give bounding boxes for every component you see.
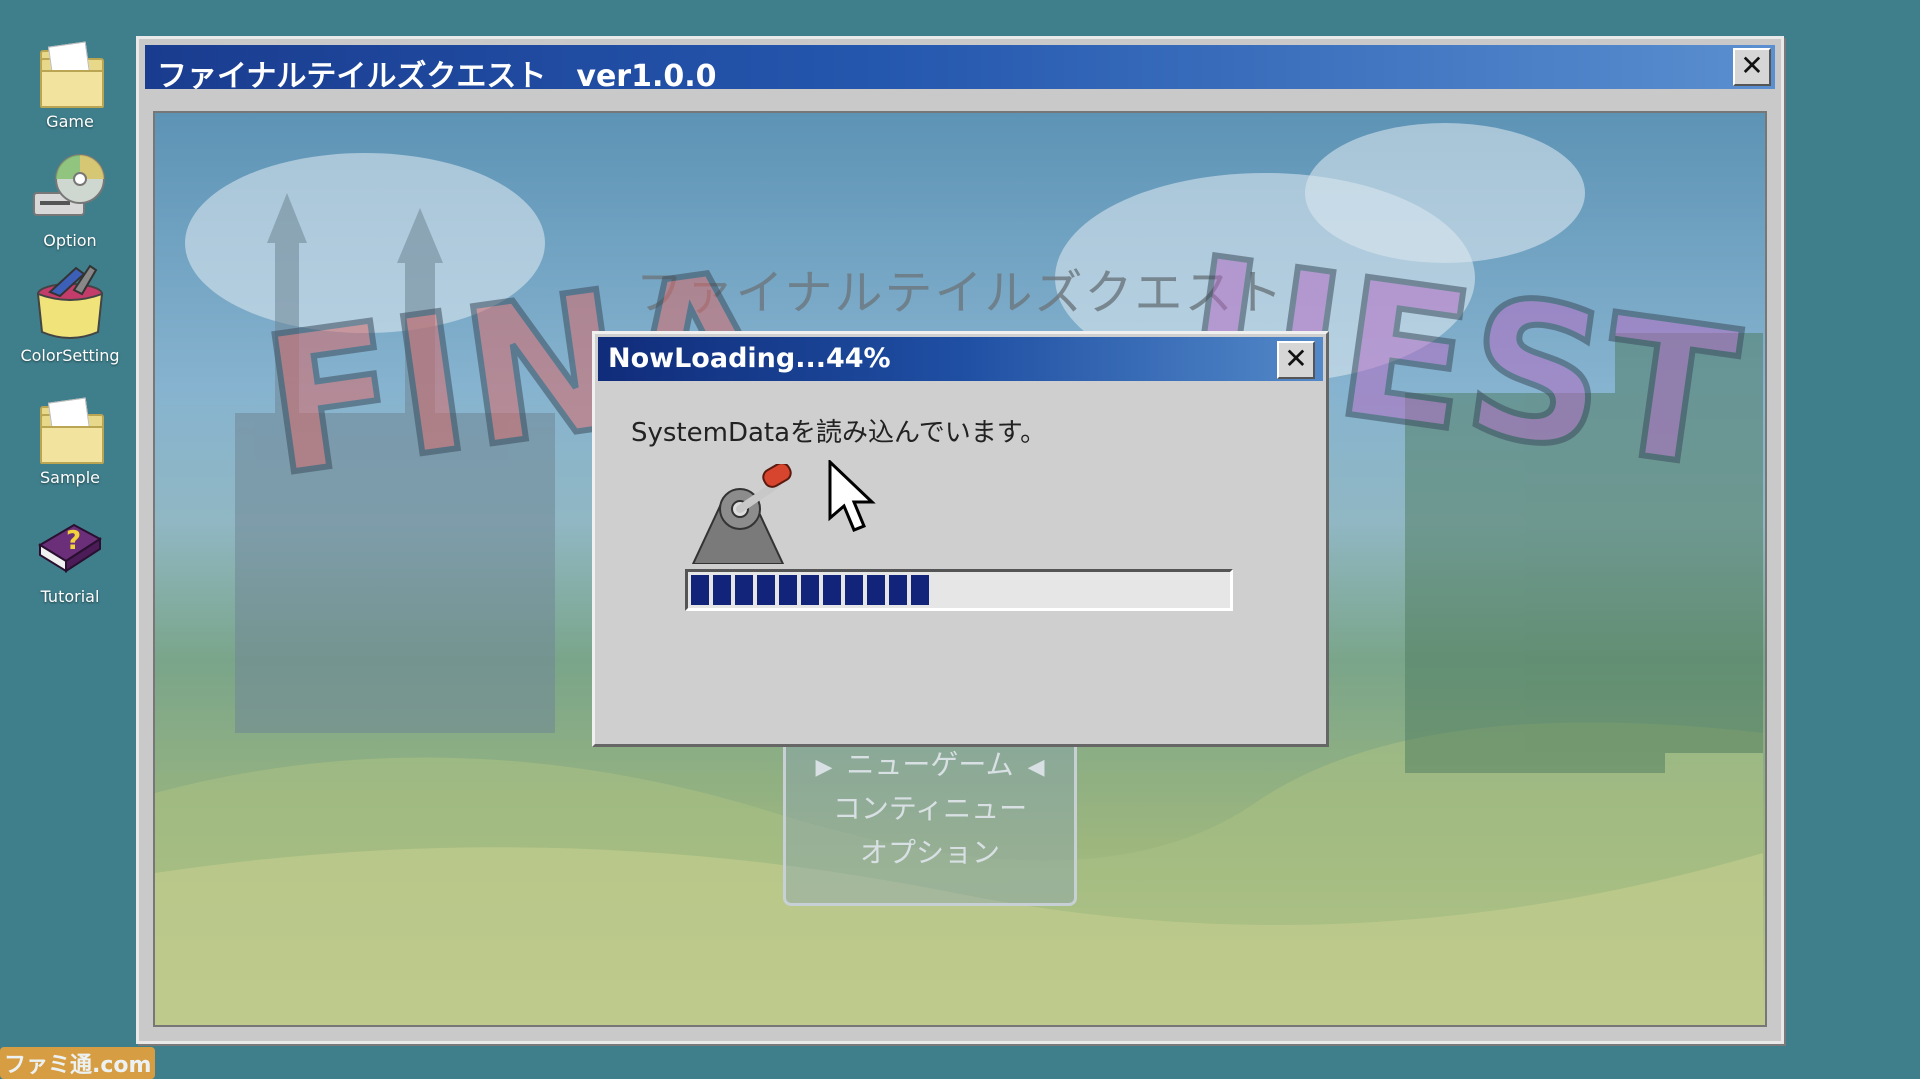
- cursor-arrow-right-icon: ▶: [815, 755, 833, 780]
- watermark-logo: ファミ通.com: [0, 1047, 156, 1079]
- desktop-icon-label: Game: [46, 112, 94, 131]
- cd-drive-icon: [30, 149, 110, 229]
- loading-dialog-close-button[interactable]: ✕: [1277, 341, 1315, 379]
- loading-dialog-titlebar[interactable]: NowLoading...44% ✕: [598, 337, 1323, 381]
- progress-segment: [889, 575, 907, 605]
- folder-icon: [30, 386, 110, 466]
- menu-item-continue[interactable]: コンティニュー: [786, 787, 1074, 831]
- desktop-icon-label: Sample: [40, 468, 100, 487]
- loading-progress-fill: [691, 575, 929, 605]
- desktop-icon-option[interactable]: Option: [10, 149, 130, 250]
- progress-segment: [801, 575, 819, 605]
- loading-dialog-title: NowLoading...44%: [608, 343, 891, 374]
- title-menu: ▶ ニューゲーム ◀ コンティニュー オプション: [783, 743, 1077, 906]
- menu-item-new-game[interactable]: ▶ ニューゲーム ◀: [786, 743, 1074, 787]
- svg-text:?: ?: [66, 526, 81, 556]
- progress-segment: [779, 575, 797, 605]
- progress-segment: [845, 575, 863, 605]
- progress-segment: [867, 575, 885, 605]
- main-window-close-button[interactable]: ✕: [1733, 48, 1771, 86]
- progress-segment: [735, 575, 753, 605]
- mouse-pointer-icon: [828, 460, 876, 532]
- loading-dialog: NowLoading...44% ✕ SystemDataを読み込んでいます。: [592, 331, 1329, 747]
- close-icon: ✕: [1284, 342, 1308, 375]
- desktop-icon-label: Tutorial: [40, 587, 100, 606]
- main-window-title: ファイナルテイルズクエスト ver1.0.0: [157, 59, 717, 94]
- desktop-icon-label: Option: [43, 231, 97, 250]
- lever-icon: [691, 464, 792, 564]
- cursor-arrow-left-icon: ◀: [1027, 755, 1045, 780]
- desktop-icon-tutorial[interactable]: ? Tutorial: [10, 505, 130, 606]
- progress-segment: [691, 575, 709, 605]
- desktop-icon-sample[interactable]: Sample: [10, 386, 130, 487]
- desktop-icon-colorsetting[interactable]: ColorSetting: [10, 264, 130, 365]
- progress-segment: [757, 575, 775, 605]
- paint-bucket-icon: [30, 264, 110, 344]
- progress-segment: [713, 575, 731, 605]
- desktop-icon-game[interactable]: Game: [10, 30, 130, 131]
- progress-segment: [911, 575, 929, 605]
- help-book-icon: ?: [30, 505, 110, 585]
- loading-message: SystemDataを読み込んでいます。: [631, 418, 1047, 448]
- main-window-titlebar[interactable]: ファイナルテイルズクエスト ver1.0.0 ✕: [145, 45, 1775, 94]
- progress-segment: [823, 575, 841, 605]
- desktop-icon-label: ColorSetting: [20, 346, 120, 365]
- folder-icon: [30, 30, 110, 110]
- close-icon: ✕: [1740, 49, 1764, 82]
- menu-item-option[interactable]: オプション: [786, 831, 1074, 875]
- loading-progress-bar: [685, 569, 1233, 611]
